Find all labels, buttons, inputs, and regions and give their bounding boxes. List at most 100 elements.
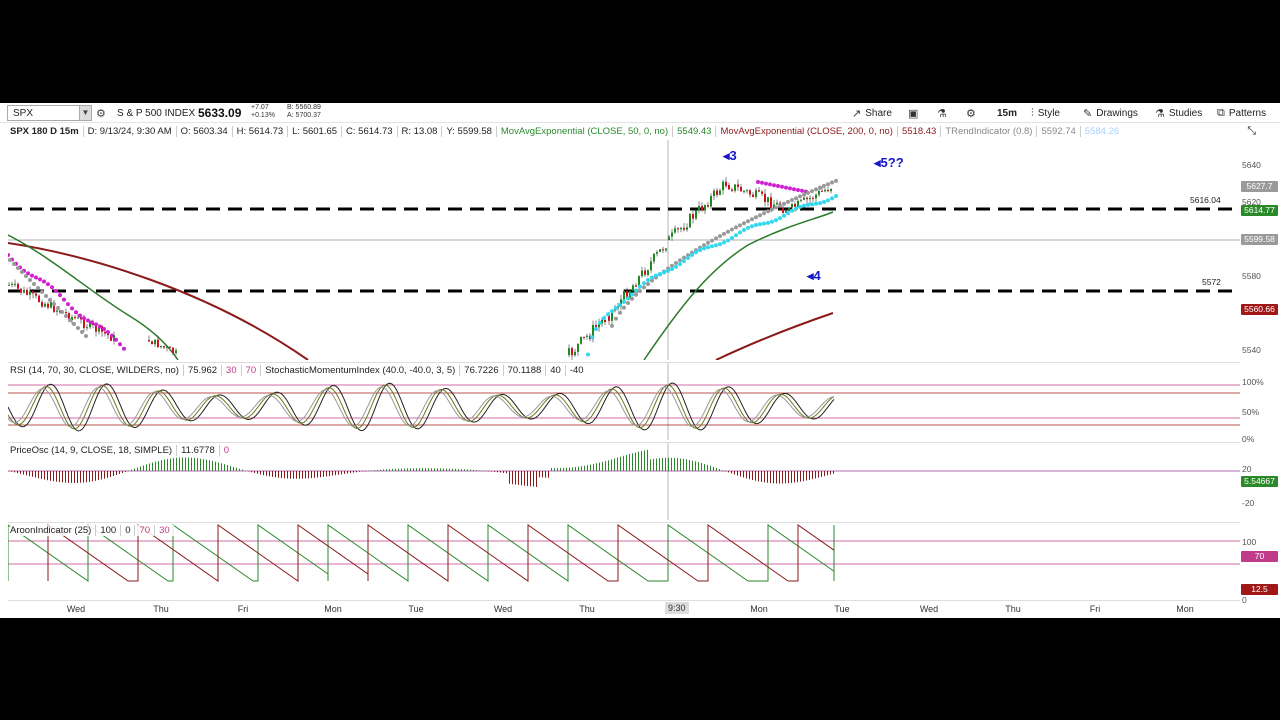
candle [692, 214, 694, 219]
candle [11, 283, 13, 285]
smi-label[interactable]: StochasticMomentumIndex (40.0, -40.0, 3,… [261, 365, 461, 376]
osc-histogram-bar [41, 471, 42, 479]
osc-histogram-bar [461, 469, 462, 471]
price-axis[interactable]: 5640 5620 5580 5540 [1240, 140, 1280, 360]
candle [14, 283, 16, 285]
symbol-value: SPX [13, 107, 34, 119]
osc-histogram-bar [191, 457, 192, 471]
trend-value-1: 5592.74 [1037, 126, 1081, 137]
osc-histogram-bar [785, 471, 786, 484]
patterns-button[interactable]: ⧉ Patterns [1217, 105, 1266, 121]
osc-histogram-bar [452, 468, 453, 471]
rsi-label[interactable]: RSI (14, 70, 30, CLOSE, WILDERS, no) [10, 365, 184, 376]
trend-dot-gray [610, 323, 614, 328]
osc-histogram-bar [278, 471, 279, 478]
share-icon: ↗ [852, 107, 862, 120]
candle [746, 190, 748, 192]
candle [665, 248, 667, 251]
aroon-panel[interactable]: AroonIndicator (25) 100 0 70 30 [8, 522, 1240, 600]
trend-dot-cyan [622, 299, 626, 304]
symbol-input[interactable]: SPX ▼ [7, 105, 92, 121]
price-panel[interactable]: ◂3 ◂5?? ◂4 5616.04 5572 [8, 140, 1240, 360]
aroon-label[interactable]: AroonIndicator (25) [10, 525, 97, 536]
bar-low: L: 5601.65 [288, 126, 343, 137]
symbol-settings-icon[interactable]: ⚙ [96, 105, 106, 121]
trend-dot-gray [618, 310, 622, 315]
trend-dot-cyan [790, 208, 794, 213]
trend-dot-cyan [686, 255, 690, 260]
trend-value-2: 5584.26 [1084, 126, 1120, 137]
osc-histogram-bar [233, 466, 234, 471]
osc-histogram-bar [716, 467, 717, 471]
interval-button[interactable]: 15m [997, 105, 1017, 121]
cursor-time-label: 9:30 [665, 602, 689, 614]
smi-value-1: 76.7226 [460, 365, 504, 376]
osc-histogram-bar [299, 471, 300, 479]
osc-histogram-bar [44, 471, 45, 480]
rsi-axis[interactable]: 100% 50% 0% [1240, 362, 1280, 444]
trend-dot-gray [642, 285, 646, 290]
trend-dot-magenta [90, 320, 94, 325]
trend-dot-gray [682, 255, 686, 260]
trend-dot-gray [710, 238, 714, 243]
wave-label-5: ◂5?? [874, 155, 904, 170]
drawings-button[interactable]: ✎ Drawings [1083, 105, 1138, 121]
price-osc-header: PriceOsc (14, 9, CLOSE, 18, SIMPLE) 11.6… [10, 445, 234, 456]
price-osc-panel[interactable]: PriceOsc (14, 9, CLOSE, 18, SIMPLE) 11.6… [8, 442, 1240, 520]
candle [782, 207, 784, 213]
trend-dot-cyan [606, 312, 610, 317]
bid-value: B: 5560.89 [287, 104, 321, 111]
settings-button[interactable]: ⚙ [966, 105, 976, 121]
osc-histogram-bar [8, 471, 9, 472]
flask-button[interactable]: ⚗ [937, 105, 947, 121]
osc-histogram-bar [374, 470, 375, 471]
trend-dot-cyan [798, 204, 802, 209]
osc-histogram-bar [23, 471, 24, 475]
screenshot-button[interactable]: ▣ [908, 105, 918, 121]
osc-histogram-bar [527, 471, 528, 486]
price-osc-value: 11.6778 [177, 445, 220, 456]
time-axis[interactable]: Wed Thu Fri Mon Tue Wed Thu Mon Tue Wed … [8, 600, 1240, 616]
osc-histogram-bar [434, 468, 435, 471]
osc-histogram-bar [677, 458, 678, 471]
trend-indicator-label[interactable]: TRendIndicator (0.8) [941, 126, 1038, 137]
trend-dot-cyan [598, 320, 602, 325]
ema200-label[interactable]: MovAvgExponential (CLOSE, 200, 0, no) [716, 126, 898, 137]
osc-histogram-bar [662, 457, 663, 471]
trend-dot-cyan [658, 271, 662, 276]
osc-histogram-bar [578, 466, 579, 471]
osc-histogram-bar [149, 463, 150, 471]
osc-histogram-bar [293, 471, 294, 479]
trend-dot-cyan [782, 213, 786, 218]
osc-histogram-bar [200, 458, 201, 471]
chevron-down-icon[interactable]: ▼ [79, 106, 91, 120]
osc-histogram-bar [56, 471, 57, 482]
trend-dot-gray [794, 196, 798, 201]
trend-dot-magenta [768, 182, 772, 187]
price-osc-label[interactable]: PriceOsc (14, 9, CLOSE, 18, SIMPLE) [10, 445, 178, 456]
osc-histogram-bar [596, 463, 597, 471]
candle [65, 312, 67, 314]
rsi-panel[interactable]: RSI (14, 70, 30, CLOSE, WILDERS, no) 75.… [8, 362, 1240, 440]
expand-icon[interactable]: ⤡ [1247, 125, 1256, 138]
style-button[interactable]: ⫶ Style [1031, 105, 1060, 121]
candle [80, 317, 82, 320]
osc-histogram-bar [131, 469, 132, 471]
price-tick: 5580 [1242, 271, 1261, 281]
osc-histogram-bar [335, 471, 336, 476]
osc-histogram-bar [581, 466, 582, 471]
ema50-label[interactable]: MovAvgExponential (CLOSE, 50, 0, no) [497, 126, 674, 137]
trend-dot-cyan [586, 352, 590, 357]
osc-histogram-bar [497, 471, 498, 473]
candle [595, 325, 597, 328]
time-label: Mon [750, 604, 768, 614]
trend-dot-magenta [788, 186, 792, 191]
aroon-value-3: 70 [135, 525, 156, 536]
osc-histogram-bar [827, 471, 828, 476]
osc-histogram-bar [653, 458, 654, 471]
osc-histogram-bar [236, 467, 237, 471]
share-button[interactable]: ↗ Share [852, 105, 892, 121]
osc-histogram-bar [368, 470, 369, 472]
studies-button[interactable]: ⚗ Studies [1155, 105, 1202, 121]
trend-dot-magenta [764, 181, 768, 186]
